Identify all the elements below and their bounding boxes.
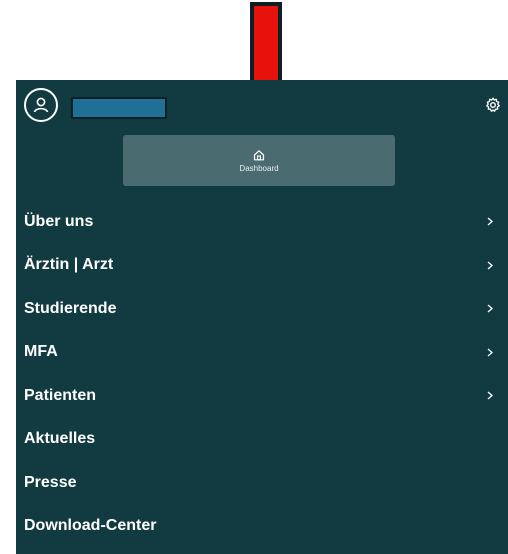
navigation-panel: Dashboard Über uns Ärztin | Arzt Studier…: [16, 80, 508, 554]
user-circle-icon: [33, 97, 49, 113]
menu-item-ueber-uns[interactable]: Über uns: [16, 200, 508, 244]
menu-item-label: Download-Center: [24, 517, 157, 535]
chevron-right-icon: [486, 347, 494, 357]
menu-item-label: Presse: [24, 473, 77, 491]
menu-item-presse[interactable]: Presse: [16, 461, 508, 505]
dashboard-button[interactable]: Dashboard: [123, 135, 395, 186]
menu-item-label: Über uns: [24, 212, 94, 230]
screenshot-stage: Dashboard Über uns Ärztin | Arzt Studier…: [0, 0, 508, 554]
menu-item-patienten[interactable]: Patienten: [16, 374, 508, 418]
menu-item-label: Studierende: [24, 299, 117, 317]
chevron-right-icon: [486, 217, 494, 227]
home-icon: [253, 149, 265, 160]
menu-item-label: Aktuelles: [24, 430, 96, 448]
chevron-right-icon: [486, 304, 494, 314]
panel-header: [16, 80, 508, 132]
menu-item-download-center[interactable]: Download-Center: [16, 505, 508, 549]
menu-item-aktuelles[interactable]: Aktuelles: [16, 418, 508, 462]
menu-item-studierende[interactable]: Studierende: [16, 287, 508, 331]
menu-item-mfa[interactable]: MFA: [16, 331, 508, 375]
settings-button[interactable]: [484, 96, 502, 114]
main-menu: Über uns Ärztin | Arzt Studierende MFA P…: [16, 200, 508, 548]
chevron-right-icon: [486, 391, 494, 401]
user-avatar[interactable]: [24, 88, 58, 122]
gear-icon: [486, 97, 500, 112]
user-name-redacted: [71, 97, 167, 119]
menu-item-label: MFA: [24, 343, 58, 361]
menu-item-label: Patienten: [24, 386, 97, 404]
chevron-right-icon: [486, 260, 494, 270]
menu-item-aerztin-arzt[interactable]: Ärztin | Arzt: [16, 244, 508, 288]
dashboard-label: Dashboard: [239, 163, 279, 173]
menu-item-label: Ärztin | Arzt: [24, 256, 114, 274]
